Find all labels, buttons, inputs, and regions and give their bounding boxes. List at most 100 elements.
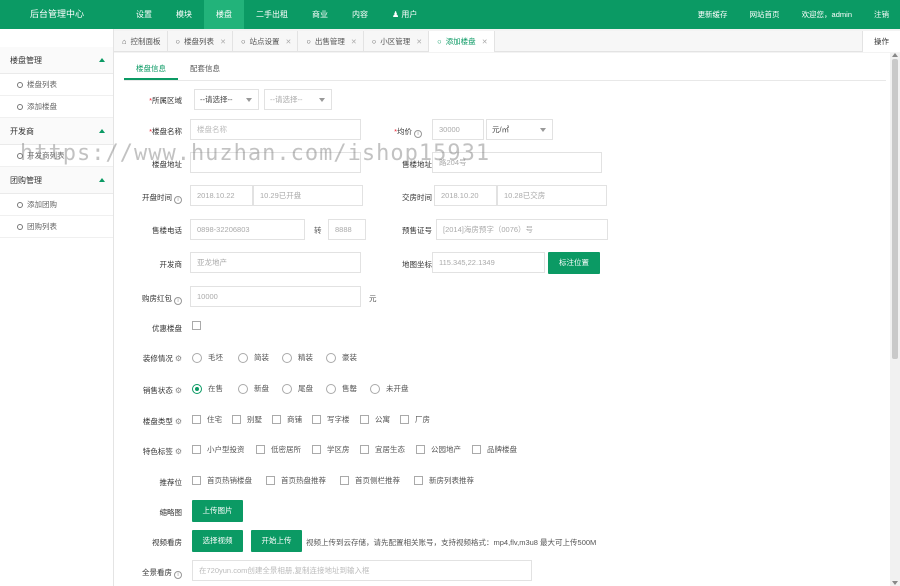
- featured-checkbox[interactable]: [192, 321, 207, 330]
- scroll-down-arrow-icon[interactable]: [892, 581, 898, 585]
- panorama-label: 全景看房 i: [114, 567, 182, 579]
- avg-price-input[interactable]: 30000: [432, 119, 484, 140]
- site-home-link[interactable]: 网站首页: [739, 0, 791, 29]
- radio-icon: [326, 352, 336, 363]
- vertical-scrollbar[interactable]: [890, 53, 900, 586]
- sidebar-group-properties[interactable]: 楼盘管理: [0, 47, 113, 74]
- radio-selected-icon: [192, 383, 202, 394]
- presale-input[interactable]: [2014]海房预字（0076）号: [436, 219, 608, 240]
- extension-input[interactable]: 8888: [328, 219, 366, 240]
- close-icon[interactable]: ✕: [416, 39, 422, 46]
- status-option-on-sale[interactable]: 在售: [192, 383, 223, 394]
- delivery-desc-input[interactable]: 10.28已交房: [497, 185, 607, 206]
- tab-add-property[interactable]: ○ 添加楼盘 ✕: [429, 31, 495, 52]
- region-select-2[interactable]: --请选择--: [264, 89, 332, 110]
- sidebar-item-groupbuy-list[interactable]: 团购列表: [0, 216, 113, 238]
- nav-secondhand-rent[interactable]: 二手出租: [244, 0, 300, 29]
- type-option-residential[interactable]: 住宅: [192, 414, 222, 425]
- recommend-option-home-hot-pick[interactable]: 首页热盘推荐: [266, 475, 326, 486]
- featured-label: 优惠楼盘: [152, 324, 182, 333]
- tag-option-low-density[interactable]: 低密居所: [256, 444, 301, 455]
- sidebar-item-developer-list[interactable]: 开发商列表: [0, 145, 113, 167]
- status-option-sold-out[interactable]: 售罄: [326, 383, 357, 394]
- tab-site-settings[interactable]: ○ 站点设置 ✕: [233, 31, 299, 52]
- close-icon[interactable]: ✕: [220, 39, 226, 46]
- decoration-option-simple[interactable]: 简装: [238, 352, 269, 363]
- recommend-option-new-list[interactable]: 新房列表推荐: [414, 475, 474, 486]
- coords-input[interactable]: 115.345,22.1349: [432, 252, 545, 273]
- scrollbar-thumb[interactable]: [892, 59, 898, 359]
- tab-property-list[interactable]: ○ 楼盘列表 ✕: [168, 31, 233, 52]
- recommend-option-home-hot[interactable]: 首页热销楼盘: [192, 475, 252, 486]
- type-option-office[interactable]: 写字楼: [312, 414, 350, 425]
- type-option-shop[interactable]: 商铺: [272, 414, 302, 425]
- tag-option-small-unit[interactable]: 小户型投资: [192, 444, 245, 455]
- upload-image-button[interactable]: 上传图片: [192, 500, 243, 522]
- bonus-input[interactable]: 10000: [190, 286, 361, 307]
- decoration-option-rough[interactable]: 毛坯: [192, 352, 223, 363]
- radio-icon: [238, 352, 248, 363]
- sidebar-item-property-list[interactable]: 楼盘列表: [0, 74, 113, 96]
- address-input[interactable]: [190, 152, 361, 173]
- status-option-not-open[interactable]: 未开盘: [370, 383, 409, 394]
- gear-icon: ⚙: [174, 354, 182, 363]
- nav-commercial[interactable]: 商业: [300, 0, 340, 29]
- nav-users[interactable]: ♟ 用户: [380, 0, 429, 29]
- developer-input[interactable]: 亚龙地产: [190, 252, 361, 273]
- update-cache-link[interactable]: 更新缓存: [687, 0, 739, 29]
- sidebar-item-add-property[interactable]: 添加楼盘: [0, 96, 113, 118]
- sidebar-item-add-groupbuy[interactable]: 添加团购: [0, 194, 113, 216]
- sidebar-group-groupbuy[interactable]: 团购管理: [0, 167, 113, 194]
- subtab-facility-info[interactable]: 配套信息: [178, 62, 232, 80]
- tab-sale-management[interactable]: ○ 出售管理 ✕: [298, 31, 364, 52]
- open-desc-input[interactable]: 10.29已开盘: [253, 185, 363, 206]
- status-option-tail[interactable]: 尾盘: [282, 383, 313, 394]
- type-label: 楼盘类型 ⚙: [142, 417, 182, 426]
- decoration-option-fine[interactable]: 精装: [282, 352, 313, 363]
- type-option-apartment[interactable]: 公寓: [360, 414, 390, 425]
- tab-community-management[interactable]: ○ 小区管理 ✕: [364, 31, 430, 52]
- sales-address-input[interactable]: 路204号: [432, 152, 602, 173]
- region-label: *所属区域: [149, 96, 182, 105]
- select-video-button[interactable]: 选择视频: [192, 530, 243, 552]
- tag-option-school-district[interactable]: 学区房: [312, 444, 350, 455]
- decoration-option-luxury[interactable]: 豪装: [326, 352, 357, 363]
- tag-option-eco-living[interactable]: 宜居生态: [360, 444, 405, 455]
- sidebar-group-developers[interactable]: 开发商: [0, 118, 113, 145]
- phone-input[interactable]: 0898-32206803: [190, 219, 305, 240]
- close-icon[interactable]: ✕: [285, 39, 291, 46]
- sidebar-group-title: 开发商: [10, 127, 34, 136]
- nav-content[interactable]: 内容: [340, 0, 380, 29]
- price-unit-select[interactable]: 元/㎡: [486, 119, 553, 140]
- checkbox-box: [472, 445, 481, 454]
- status-option-new[interactable]: 新盘: [238, 383, 269, 394]
- operations-button[interactable]: 操作: [862, 31, 900, 52]
- panorama-input[interactable]: 在720yun.com创建全景相册,复制连接地址到输入框: [192, 560, 532, 581]
- type-option-villa[interactable]: 别墅: [232, 414, 262, 425]
- property-name-input[interactable]: 楼盘名称: [190, 119, 361, 140]
- logout-link[interactable]: 注销: [863, 0, 900, 29]
- type-option-factory[interactable]: 厂房: [400, 414, 430, 425]
- close-icon[interactable]: ✕: [351, 39, 357, 46]
- tag-option-brand-property[interactable]: 品牌楼盘: [472, 444, 517, 455]
- tab-dashboard[interactable]: ⌂ 控制面板: [114, 31, 168, 52]
- start-upload-button[interactable]: 开始上传: [251, 530, 302, 552]
- close-icon[interactable]: ✕: [482, 39, 488, 46]
- subtab-property-info[interactable]: 楼盘信息: [124, 62, 178, 80]
- nav-properties[interactable]: 楼盘: [204, 0, 244, 29]
- info-icon: i: [174, 571, 182, 579]
- sidebar-group-title: 团购管理: [10, 176, 42, 185]
- open-date-input[interactable]: 2018.10.22: [190, 185, 253, 206]
- checkbox-box: [400, 415, 409, 424]
- delivery-date-input[interactable]: 2018.10.20: [434, 185, 497, 206]
- tag-option-park-estate[interactable]: 公园地产: [416, 444, 461, 455]
- circle-icon: ○: [306, 37, 311, 46]
- mark-location-button[interactable]: 标注位置: [548, 252, 600, 274]
- sidebar-item-label: 添加团购: [27, 200, 57, 209]
- scroll-up-arrow-icon[interactable]: [892, 53, 898, 57]
- gear-icon: ⚙: [174, 417, 182, 426]
- nav-modules[interactable]: 模块: [164, 0, 204, 29]
- recommend-option-home-sidebar[interactable]: 首页侧栏推荐: [340, 475, 400, 486]
- region-select-1[interactable]: --请选择--: [194, 89, 259, 110]
- nav-settings[interactable]: 设置: [124, 0, 164, 29]
